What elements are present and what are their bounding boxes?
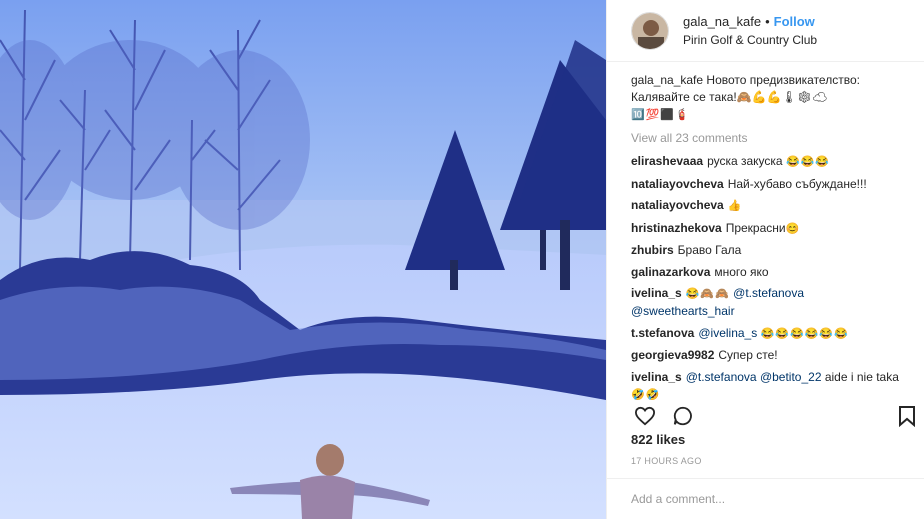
comment-emoji: 😂😂😂: [785, 156, 831, 168]
post-username[interactable]: gala_na_kafe: [683, 14, 761, 29]
comment-item: ivelina_s 😂🙈🙈 @t.stefanova @sweethearts_h…: [631, 285, 921, 320]
comment-emoji: 👍: [727, 200, 743, 212]
comment-item: t.stefanova @ivelina_s 😂😂😂😂😂😂: [631, 325, 921, 343]
comment-mention[interactable]: @t.stefanova: [733, 286, 804, 300]
view-all-comments-link[interactable]: View all 23 comments: [631, 130, 921, 147]
comment-username[interactable]: nataliayovcheva: [631, 177, 724, 191]
bookmark-icon[interactable]: [893, 402, 921, 430]
comment-mention[interactable]: @betito_22: [760, 370, 822, 384]
comment-emoji: 🤣🤣: [631, 388, 661, 401]
comment-text: aide i nie taka: [824, 369, 899, 384]
comment-username[interactable]: galinazarkova: [631, 265, 710, 279]
comment-username[interactable]: zhubirs: [631, 243, 674, 257]
comment-username[interactable]: t.stefanova: [631, 326, 694, 340]
comment-mention[interactable]: @ivelina_s: [698, 326, 757, 340]
separator-dot: •: [765, 14, 770, 29]
comment-text: Най-хубаво събуждане!!!: [727, 176, 867, 191]
comment-emoji: 😂🙈🙈: [685, 288, 730, 300]
post-photo[interactable]: [0, 0, 606, 519]
caption-emoji: 🔟💯⬛🧯: [631, 109, 690, 121]
comment-text: руска закуска: [707, 154, 783, 168]
snow-scene-image: [0, 0, 606, 519]
comment-item: nataliayovcheva 👍: [631, 197, 921, 215]
comment-text: Супер сте!: [718, 348, 778, 362]
comment-item: galinazarkova много яко: [631, 264, 921, 281]
comment-emoji: 😂😂😂😂😂😂: [760, 327, 849, 340]
comment-username[interactable]: elirashevaaa: [631, 154, 703, 168]
post-timestamp: 17 HOURS AGO: [631, 456, 702, 466]
comment-item: ivelina_s @t.stefanova @betito_22 aide i …: [631, 369, 921, 404]
comment-username[interactable]: ivelina_s: [631, 370, 682, 384]
comment-mention[interactable]: @t.stefanova: [686, 370, 757, 384]
comment-item: zhubirs Браво Гала: [631, 242, 921, 259]
comment-item: elirashevaaa руска закуска 😂😂😂: [631, 153, 921, 171]
add-comment-input[interactable]: Add a comment...: [607, 478, 924, 519]
post-location[interactable]: Pirin Golf & Country Club: [683, 33, 817, 47]
comments-list: gala_na_kafe Новото предизвикателство: К…: [631, 72, 921, 408]
caption-username[interactable]: gala_na_kafe: [631, 73, 703, 87]
comment-emoji: 😊: [785, 222, 801, 235]
post-caption: gala_na_kafe Новото предизвикателство: К…: [631, 72, 921, 124]
heart-icon[interactable]: [631, 402, 659, 430]
post-sidebar: gala_na_kafe • Follow Pirin Golf & Count…: [606, 0, 924, 519]
comment-username[interactable]: ivelina_s: [631, 286, 682, 300]
post-header: gala_na_kafe • Follow Pirin Golf & Count…: [607, 0, 924, 62]
comment-mention[interactable]: @sweethearts_hair: [631, 304, 735, 318]
comment-username[interactable]: hristinazhekova: [631, 221, 722, 235]
comment-text: много яко: [714, 264, 769, 279]
avatar-image: [632, 12, 668, 49]
comment-username[interactable]: nataliayovcheva: [631, 198, 724, 212]
likes-count[interactable]: 822 likes: [631, 432, 685, 447]
comment-username[interactable]: georgieva9982: [631, 348, 714, 362]
comment-icon[interactable]: [669, 402, 697, 430]
avatar[interactable]: [631, 11, 669, 50]
comment-item: hristinazhekova Прекрасни😊: [631, 220, 921, 238]
comment-text: Прекрасни: [725, 220, 786, 235]
comment-text: Браво Гала: [677, 243, 742, 257]
comment-item: georgieva9982 Супер сте!: [631, 347, 921, 364]
post-actions: [631, 402, 921, 430]
follow-button[interactable]: Follow: [774, 14, 815, 29]
comment-item: nataliayovcheva Най-хубаво събуждане!!!: [631, 176, 921, 193]
